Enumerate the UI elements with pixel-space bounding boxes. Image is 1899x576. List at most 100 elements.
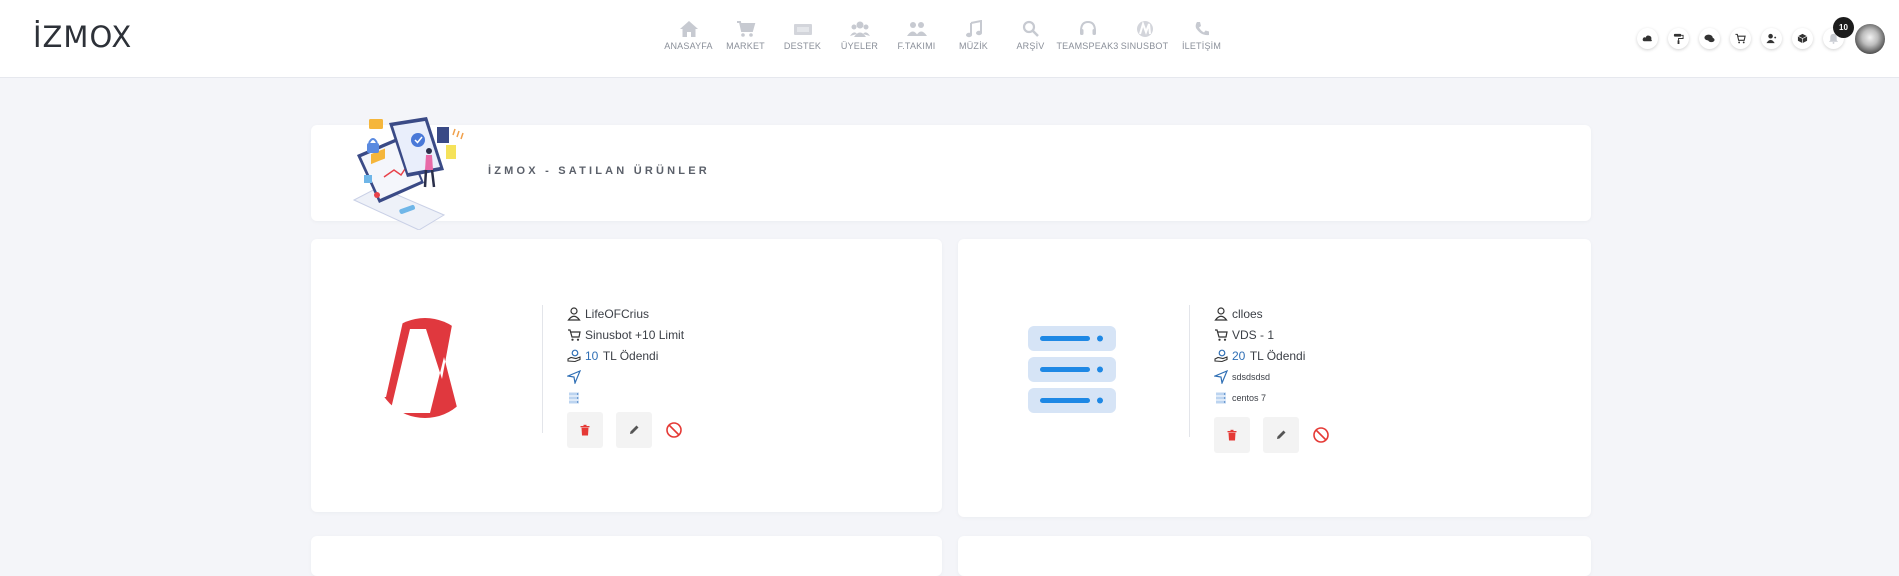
- username-row: LifeOFCrius: [567, 303, 684, 324]
- nav-item-anasayfa[interactable]: ANASAYFA: [660, 20, 717, 60]
- analytics-illustration: [352, 117, 464, 230]
- nav-item-teamspeak3[interactable]: TEAMSPEAK3: [1056, 20, 1119, 60]
- theme-button[interactable]: [1668, 28, 1689, 49]
- card-divider: [542, 305, 543, 433]
- nav-item-ftakimi[interactable]: F.TAKIMI: [888, 20, 945, 60]
- user-avatar[interactable]: [1855, 24, 1885, 54]
- hand-money-icon: [567, 349, 581, 362]
- server-list-icon: [569, 392, 579, 403]
- product-info: LifeOFCrius Sinusbot +10 Limit 10 TL Öde…: [567, 303, 684, 408]
- product-actions: [567, 412, 683, 448]
- headset-icon: [1079, 20, 1096, 35]
- delete-button[interactable]: [1214, 417, 1250, 453]
- price-row: 20 TL Ödendi: [1214, 345, 1305, 366]
- product-card: [311, 536, 942, 576]
- paint-roller-icon: [1673, 33, 1684, 44]
- users-icon: [849, 21, 870, 37]
- nav-item-label: İLETİŞİM: [1181, 41, 1222, 51]
- os-value: centos 7: [1232, 392, 1267, 403]
- cancel-icon[interactable]: [1312, 426, 1330, 444]
- nav-item-label: ARŞİV: [1016, 41, 1045, 51]
- nav-item-label: ÜYELER: [840, 41, 879, 51]
- cart-icon: [568, 328, 581, 341]
- user-icon: [1766, 33, 1777, 44]
- trash-icon: [580, 424, 590, 436]
- nav-item-label: F.TAKIMI: [897, 41, 936, 51]
- cloud-button[interactable]: [1637, 28, 1658, 49]
- cart-button[interactable]: [1730, 28, 1751, 49]
- nav-item-label: MARKET: [726, 41, 765, 51]
- cart-icon: [736, 21, 755, 37]
- user-icon: [1214, 306, 1228, 321]
- nav-item-muzik[interactable]: MÜZİK: [945, 20, 1002, 60]
- nav-item-label: ANASAYFA: [664, 41, 713, 51]
- edit-button[interactable]: [616, 412, 652, 448]
- chat-icon: [1704, 34, 1715, 43]
- nav-item-label: TEAMSPEAK3: [1056, 41, 1119, 51]
- product-actions: [1214, 417, 1330, 453]
- cloud-icon: [1642, 35, 1652, 42]
- nav-item-sinusbot[interactable]: SINUSBOT: [1116, 20, 1173, 60]
- notification-badge: 10: [1833, 17, 1854, 38]
- music-icon: [965, 20, 982, 38]
- phone-icon: [1195, 22, 1209, 36]
- product-card: LifeOFCrius Sinusbot +10 Limit 10 TL Öde…: [311, 239, 942, 512]
- location-arrow-icon: [567, 369, 581, 384]
- sinusbot-logo: [374, 317, 476, 419]
- home-icon: [679, 21, 698, 37]
- nav-item-label: MÜZİK: [959, 41, 988, 51]
- nav-item-arsiv[interactable]: ARŞİV: [1002, 20, 1059, 60]
- product-row: VDS - 1: [1214, 324, 1305, 345]
- location-row: sdsdsdsd: [1214, 366, 1305, 387]
- hand-money-icon: [1214, 349, 1228, 362]
- team-icon: [906, 22, 927, 36]
- nav-item-market[interactable]: MARKET: [717, 20, 774, 60]
- pencil-icon: [1277, 430, 1286, 439]
- server-list-icon: [1216, 392, 1226, 403]
- product-row: Sinusbot +10 Limit: [567, 324, 684, 345]
- ticket-icon: [793, 24, 812, 35]
- sinusbot-icon: [1136, 20, 1153, 37]
- card-divider: [1189, 305, 1190, 437]
- profile-button[interactable]: [1761, 28, 1782, 49]
- trash-icon: [1227, 429, 1237, 441]
- header-actions: [1637, 28, 1844, 49]
- product-name: Sinusbot +10 Limit: [585, 327, 685, 342]
- price-row: 10 TL Ödendi: [567, 345, 684, 366]
- search-icon: [1022, 20, 1039, 37]
- product-name: VDS - 1: [1232, 327, 1275, 342]
- main-nav: ANASAYFA MARKET DESTEK ÜYELER F.TAKIMI M…: [660, 20, 1230, 60]
- username: clloes: [1232, 306, 1263, 321]
- top-navbar: İZMOX ANASAYFA MARKET DESTEK ÜYELER F.TA…: [0, 0, 1899, 78]
- product-card: clloes VDS - 1 20 TL Ödendi sdsdsdsd cen…: [958, 239, 1591, 517]
- delete-button[interactable]: [567, 412, 603, 448]
- pencil-icon: [630, 425, 639, 434]
- edit-button[interactable]: [1263, 417, 1299, 453]
- user-icon: [567, 306, 581, 321]
- page-title: İZMOX - SATILAN ÜRÜNLER: [488, 165, 710, 177]
- nav-item-iletisim[interactable]: İLETİŞİM: [1173, 20, 1230, 60]
- site-logo[interactable]: İZMOX: [33, 20, 132, 54]
- location-arrow-icon: [1214, 369, 1228, 384]
- price-status: TL Ödendi: [602, 348, 659, 363]
- cart-icon: [1735, 33, 1746, 44]
- cart-icon: [1215, 328, 1228, 341]
- price-amount: 20: [1232, 348, 1246, 363]
- nav-item-destek[interactable]: DESTEK: [774, 20, 831, 60]
- cancel-icon[interactable]: [665, 421, 683, 439]
- inventory-button[interactable]: [1792, 28, 1813, 49]
- username: LifeOFCrius: [585, 306, 650, 321]
- location-value: sdsdsdsd: [1232, 371, 1271, 382]
- os-row: centos 7: [1214, 387, 1305, 408]
- nav-item-label: SINUSBOT: [1120, 41, 1169, 51]
- messages-button[interactable]: [1699, 28, 1720, 49]
- nav-item-uyeler[interactable]: ÜYELER: [831, 20, 888, 60]
- server-illustration: [1028, 326, 1116, 413]
- cube-icon: [1797, 33, 1808, 44]
- location-row: [567, 366, 684, 387]
- product-info: clloes VDS - 1 20 TL Ödendi sdsdsdsd cen…: [1214, 303, 1305, 408]
- page-header-card: İZMOX - SATILAN ÜRÜNLER: [311, 117, 1591, 230]
- product-card: [958, 536, 1591, 576]
- os-row: [567, 387, 684, 408]
- username-row: clloes: [1214, 303, 1305, 324]
